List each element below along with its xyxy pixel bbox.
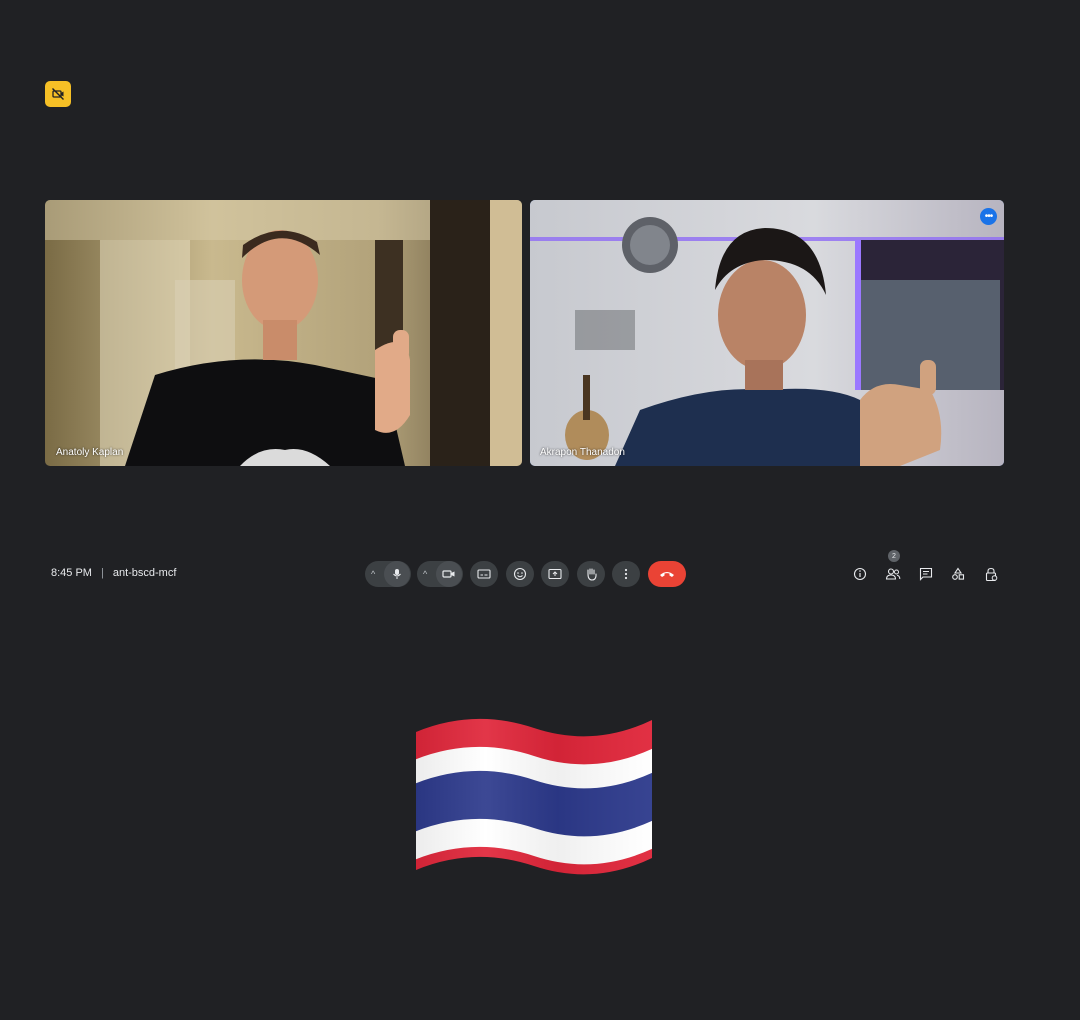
participant-tile-1[interactable]: Anatoly Kaplan xyxy=(45,200,522,466)
hand-icon xyxy=(586,568,597,581)
thailand-flag-emoji xyxy=(416,718,652,875)
activities-icon xyxy=(952,567,965,580)
meeting-code: ant-bscd-mcf xyxy=(112,567,177,579)
participant-video-1 xyxy=(45,200,522,466)
call-end-icon xyxy=(660,572,674,577)
meeting-time: 8:45 PM xyxy=(51,567,92,579)
participant-more-button[interactable]: ••• xyxy=(980,208,997,225)
raise-hand-button[interactable] xyxy=(577,561,605,587)
participant-name: Akrapon Thanadon xyxy=(540,447,625,458)
more-horiz-icon: ••• xyxy=(984,210,993,222)
captions-icon xyxy=(477,569,491,579)
meeting-details-button[interactable] xyxy=(849,563,871,585)
people-count-badge: 2 xyxy=(888,550,900,562)
present-button[interactable] xyxy=(541,561,569,587)
participant-tile-2[interactable]: ••• Akrapon Thanadon xyxy=(530,200,1004,466)
chat-button[interactable] xyxy=(915,563,937,585)
mic-icon[interactable] xyxy=(384,561,410,587)
more-vert-icon xyxy=(624,568,628,580)
host-controls-button[interactable] xyxy=(980,563,1002,585)
meeting-info: 8:45 PM | ant-bscd-mcf xyxy=(51,567,177,579)
people-button[interactable]: 2 xyxy=(882,550,904,585)
chevron-up-icon[interactable]: ^ xyxy=(371,569,375,579)
camera-button[interactable]: ^ xyxy=(417,561,463,587)
chat-icon xyxy=(919,567,933,581)
present-icon xyxy=(548,568,562,580)
microphone-button[interactable]: ^ xyxy=(365,561,411,587)
participant-name: Anatoly Kaplan xyxy=(56,447,124,458)
camera-off-badge xyxy=(45,81,71,107)
emoji-icon xyxy=(513,567,527,581)
info-icon xyxy=(853,567,867,581)
camera-icon[interactable] xyxy=(436,561,462,587)
people-icon xyxy=(885,568,901,580)
participant-video-2 xyxy=(530,200,1004,466)
meeting-control-bar: 8:45 PM | ant-bscd-mcf ^ ^ 2 xyxy=(0,550,1080,592)
chevron-up-icon[interactable]: ^ xyxy=(423,569,427,579)
reactions-button[interactable] xyxy=(506,561,534,587)
leave-call-button[interactable] xyxy=(648,561,686,587)
activities-button[interactable] xyxy=(947,563,969,585)
no-camera-icon xyxy=(52,88,64,100)
captions-button[interactable] xyxy=(470,561,498,587)
lock-person-icon xyxy=(985,567,998,581)
more-options-button[interactable] xyxy=(612,561,640,587)
